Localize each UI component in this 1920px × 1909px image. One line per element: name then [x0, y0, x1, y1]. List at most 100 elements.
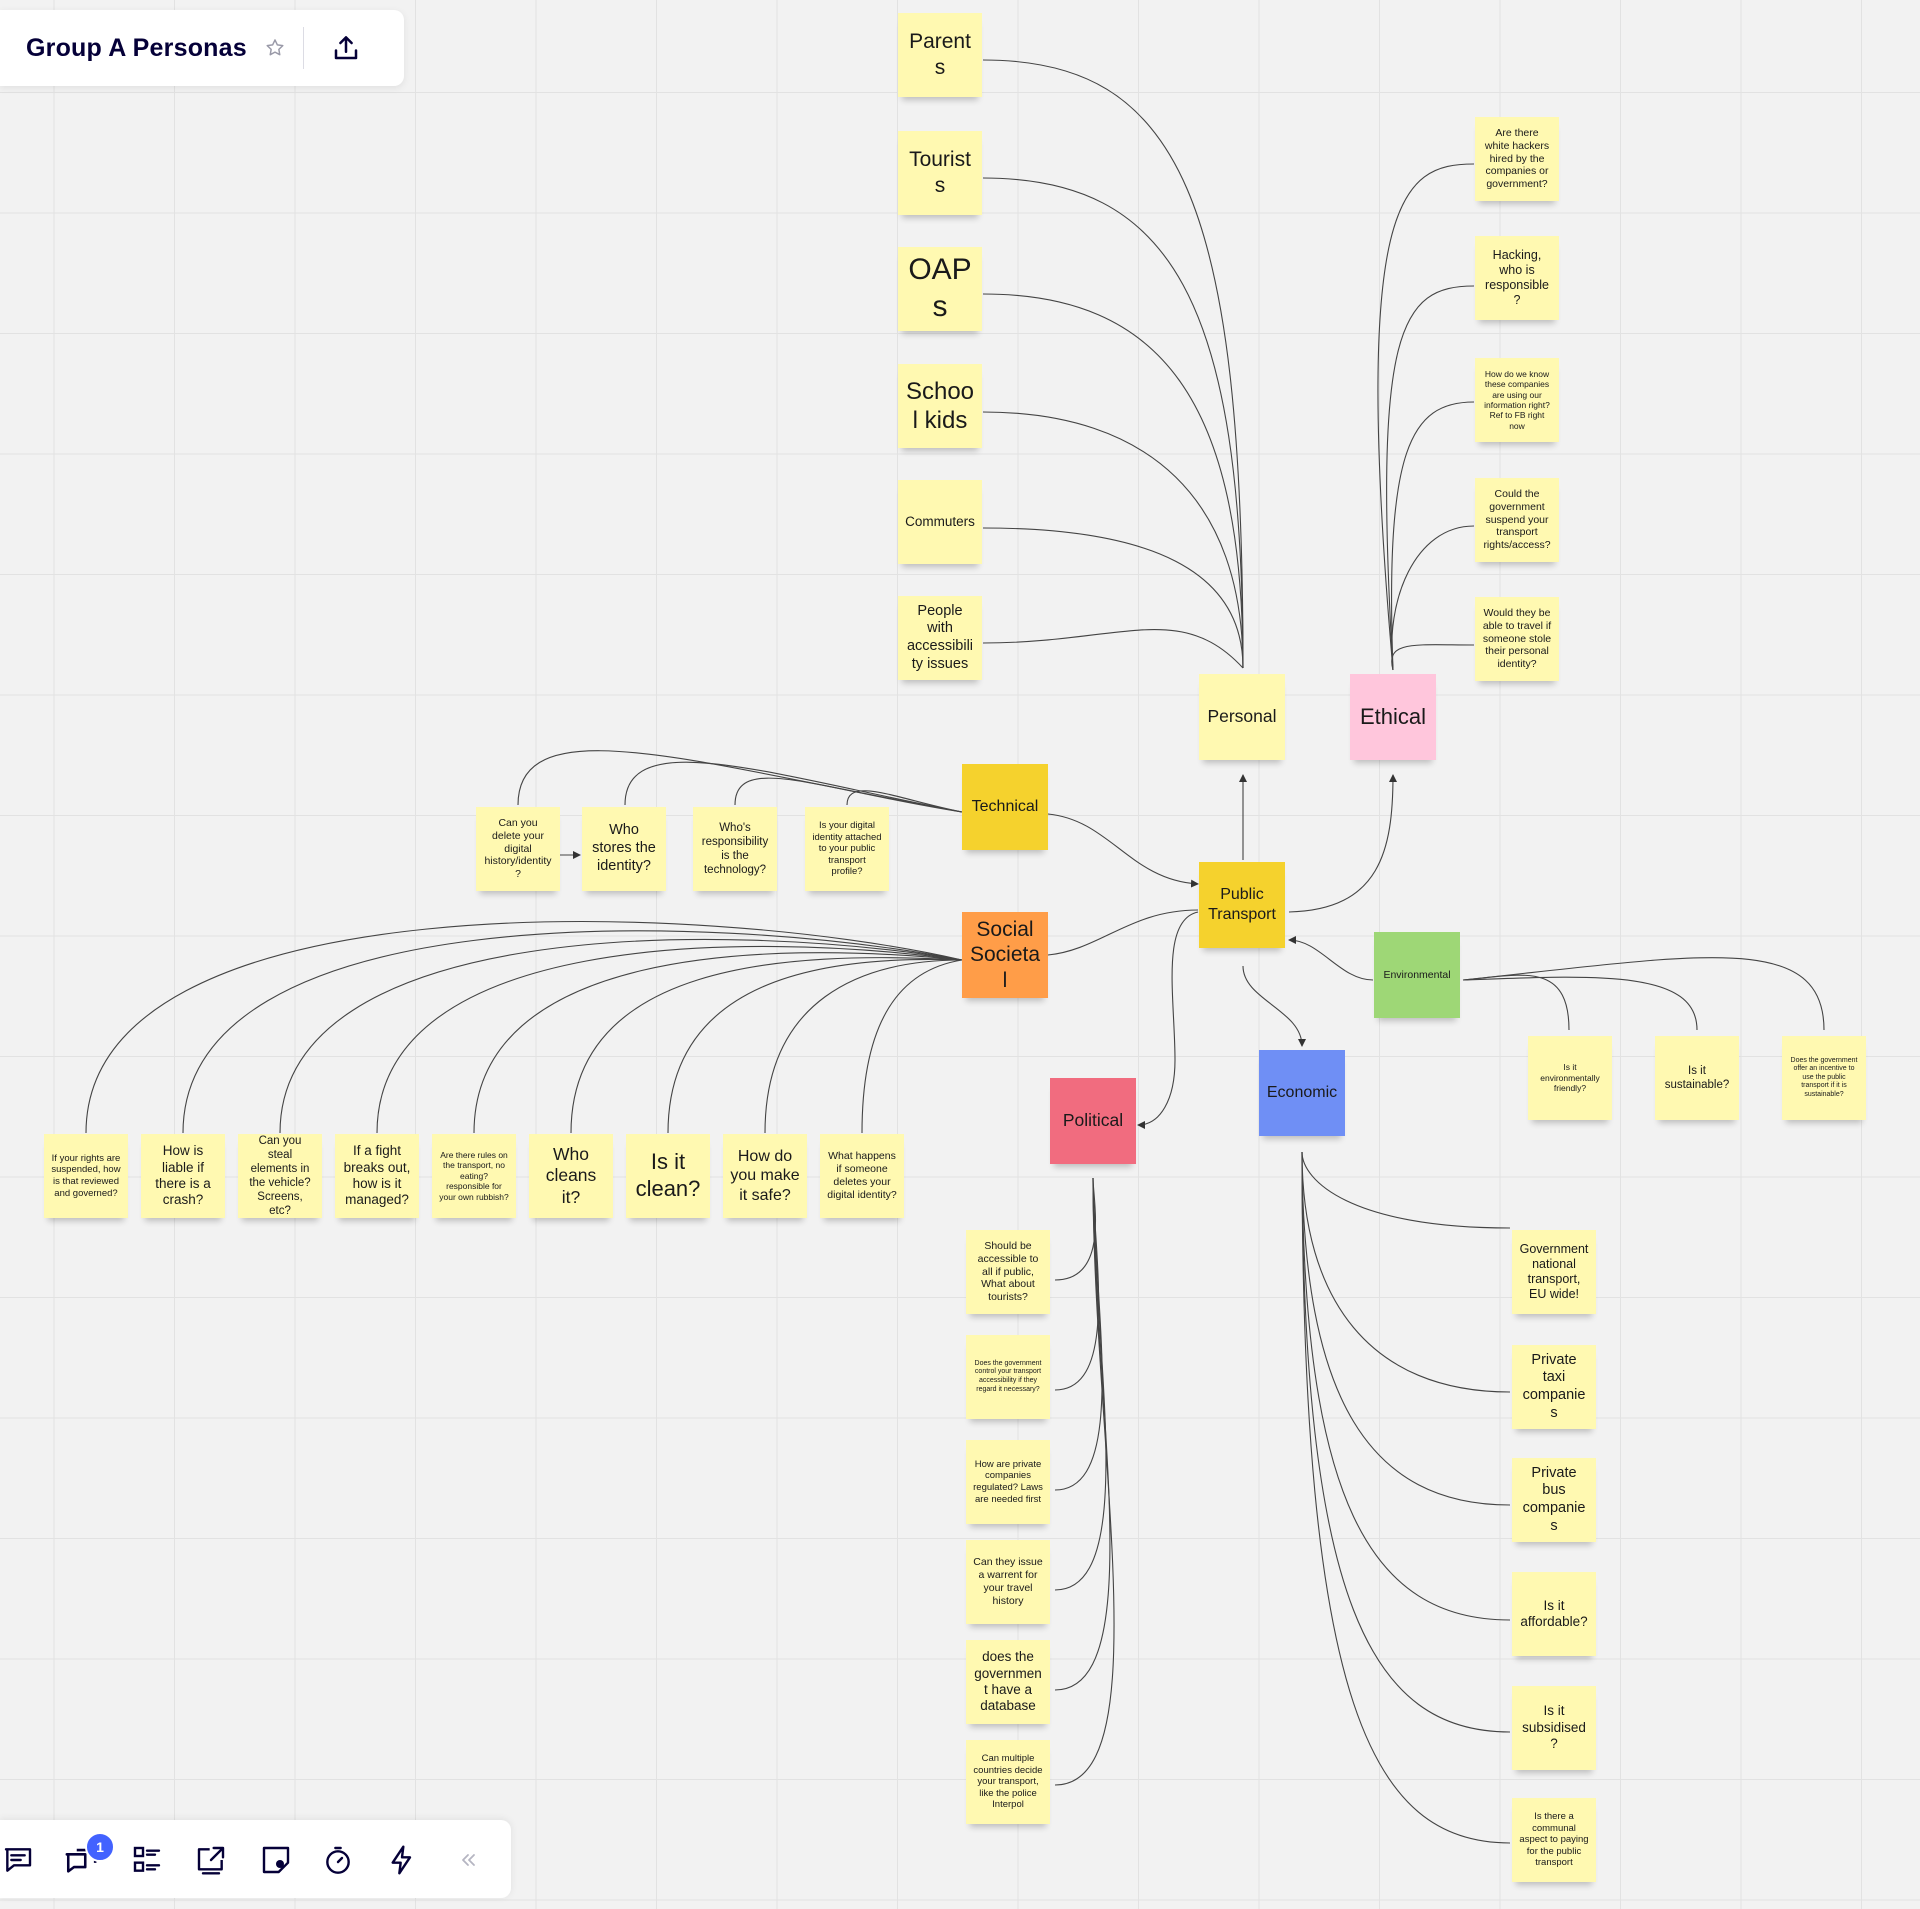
bottom-toolbar: 1 [0, 1820, 511, 1898]
sticky-note-environmental-question[interactable]: Is it sustainable? [1655, 1036, 1739, 1120]
note-text: Ethical [1359, 703, 1427, 729]
sticky-note-political-question[interactable]: How are private companies regulated? Law… [966, 1440, 1050, 1524]
note-text: Political [1062, 1110, 1124, 1131]
sticky-note-environmental-question[interactable]: Is it environmentally friendly? [1528, 1036, 1612, 1120]
note-text: Is it environmentally friendly? [1540, 1062, 1600, 1094]
note-text: Does the government offer an incentive t… [1790, 1056, 1858, 1098]
note-text: Who stores the identity? [592, 822, 656, 874]
note-text: Is there a communal aspect to paying for… [1519, 1811, 1589, 1869]
sticky-note-technical-question[interactable]: Can you delete your digital history/iden… [476, 807, 560, 891]
sticky-note-social-question[interactable]: If your rights are suspended, how is tha… [44, 1134, 128, 1218]
sticky-note-category-social[interactable]: Social Societal [962, 912, 1048, 998]
sticky-note-persona[interactable]: Tourists [898, 131, 982, 215]
sticky-note-social-question[interactable]: What happens if someone deletes your dig… [820, 1134, 904, 1218]
sticky-note-environmental-question[interactable]: Does the government offer an incentive t… [1782, 1036, 1866, 1120]
sticky-note-category-environmental[interactable]: Environmental [1374, 932, 1460, 1018]
sticky-note-category-personal[interactable]: Personal [1199, 674, 1285, 760]
note-text: Does the government control your transpo… [974, 1359, 1042, 1393]
sticky-note-ethical-question[interactable]: Are there white hackers hired by the com… [1475, 117, 1559, 201]
sticky-note-political-question[interactable]: Can they issue a warrent for your travel… [966, 1540, 1050, 1624]
note-text: Can multiple countries decide your trans… [973, 1753, 1043, 1811]
lightning-icon[interactable] [382, 1840, 422, 1880]
sticky-note-economic-question[interactable]: Private taxi companies [1512, 1345, 1596, 1429]
note-text: What happens if someone deletes your dig… [827, 1150, 897, 1201]
comments-icon[interactable] [0, 1840, 38, 1880]
sticky-note-economic-question[interactable]: Government national transport, EU wide! [1512, 1230, 1596, 1314]
sticky-note-social-question[interactable]: How is liable if there is a crash? [141, 1134, 225, 1218]
sticky-note-persona[interactable]: People with accessibility issues [898, 596, 982, 680]
sticky-note-social-question[interactable]: Is it clean? [626, 1134, 710, 1218]
share-screen-icon[interactable] [191, 1840, 231, 1880]
sticky-note-icon[interactable] [256, 1840, 296, 1880]
note-text: Is it affordable? [1520, 1597, 1588, 1629]
card-list-icon[interactable] [127, 1840, 167, 1880]
sticky-note-social-question[interactable]: Are there rules on the transport, no eat… [432, 1134, 516, 1218]
note-text: Environmental [1383, 968, 1451, 981]
note-text: Personal [1207, 706, 1277, 727]
sticky-note-social-question[interactable]: Can you steal elements in the vehicle? S… [238, 1134, 322, 1218]
sticky-note-persona[interactable]: Parents [898, 13, 982, 97]
note-text: If a fight breaks out, how is it managed… [343, 1143, 411, 1208]
sticky-note-persona[interactable]: School kids [898, 364, 982, 448]
sticky-note-economic-question[interactable]: Is it subsidised? [1512, 1686, 1596, 1770]
note-text: Public Transport [1208, 886, 1276, 923]
sticky-note-ethical-question[interactable]: How do we know these companies are using… [1475, 358, 1559, 442]
share-upload-icon[interactable] [328, 30, 364, 66]
sticky-note-technical-question[interactable]: Who's responsibility is the technology? [693, 807, 777, 891]
sticky-note-category-political[interactable]: Political [1050, 1078, 1136, 1164]
note-text: Can you steal elements in the vehicle? S… [249, 1134, 311, 1218]
sticky-note-ethical-question[interactable]: Could the government suspend your transp… [1475, 478, 1559, 562]
note-text: Could the government suspend your transp… [1483, 488, 1551, 552]
note-text: Government national transport, EU wide! [1519, 1241, 1589, 1302]
star-icon[interactable] [261, 34, 289, 62]
note-text: Is it sustainable? [1664, 1064, 1730, 1091]
note-text: does the government have a database [974, 1649, 1042, 1714]
whiteboard-canvas[interactable]: Parents Tourists OAPs School kids Commut… [0, 0, 1920, 1909]
note-text: Can you delete your digital history/iden… [484, 817, 552, 881]
note-text: How are private companies regulated? Law… [973, 1458, 1043, 1505]
note-text: Who cleans it? [545, 1143, 597, 1207]
note-text: Would they be able to travel if someone … [1482, 607, 1552, 671]
note-text: How is liable if there is a crash? [155, 1143, 211, 1208]
note-text: Can they issue a warrent for your travel… [973, 1556, 1043, 1607]
divider [302, 27, 304, 69]
note-text: Is your digital identity attached to you… [812, 820, 882, 878]
note-text: Parents [909, 30, 971, 79]
note-text: Private bus companies [1522, 1464, 1586, 1534]
note-text: Are there white hackers hired by the com… [1484, 127, 1550, 191]
sticky-note-political-question[interactable]: Can multiple countries decide your trans… [966, 1740, 1050, 1824]
note-text: Private taxi companies [1522, 1351, 1586, 1421]
note-text: Tourists [909, 148, 971, 197]
note-text: Who's responsibility is the technology? [701, 821, 769, 877]
timer-icon[interactable] [318, 1840, 358, 1880]
sticky-note-political-question[interactable]: does the government have a database [966, 1640, 1050, 1724]
collapse-chevrons-icon[interactable] [448, 1840, 488, 1880]
sticky-note-social-question[interactable]: Who cleans it? [529, 1134, 613, 1218]
sticky-note-economic-question[interactable]: Is it affordable? [1512, 1572, 1596, 1656]
note-text: Hacking, who is responsible? [1485, 247, 1549, 308]
sticky-note-category-public-transport[interactable]: Public Transport [1199, 862, 1285, 948]
note-text: OAPs [908, 253, 972, 323]
sticky-note-persona[interactable]: Commuters [898, 480, 982, 564]
sticky-note-political-question[interactable]: Should be accessible to all if public, W… [966, 1230, 1050, 1314]
sticky-note-persona[interactable]: OAPs [898, 247, 982, 331]
sticky-note-category-technical[interactable]: Technical [962, 764, 1048, 850]
note-text: How do you make it safe? [730, 1147, 800, 1204]
note-text: Should be accessible to all if public, W… [977, 1240, 1039, 1304]
sticky-note-technical-question[interactable]: Who stores the identity? [582, 807, 666, 891]
note-text: School kids [905, 377, 975, 434]
board-title[interactable]: Group A Personas [26, 34, 247, 63]
sticky-note-political-question[interactable]: Does the government control your transpo… [966, 1335, 1050, 1419]
sticky-note-technical-question[interactable]: Is your digital identity attached to you… [805, 807, 889, 891]
sticky-note-ethical-question[interactable]: Hacking, who is responsible? [1475, 236, 1559, 320]
note-text: Is it subsidised? [1522, 1703, 1586, 1752]
sticky-note-ethical-question[interactable]: Would they be able to travel if someone … [1475, 597, 1559, 681]
sticky-note-economic-question[interactable]: Private bus companies [1512, 1458, 1596, 1542]
sticky-note-category-ethical[interactable]: Ethical [1350, 674, 1436, 760]
note-text: How do we know these companies are using… [1484, 368, 1550, 431]
sticky-note-economic-question[interactable]: Is there a communal aspect to paying for… [1512, 1798, 1596, 1882]
sticky-note-social-question[interactable]: How do you make it safe? [723, 1134, 807, 1218]
sticky-note-category-economic[interactable]: Economic [1259, 1050, 1345, 1136]
sticky-note-social-question[interactable]: If a fight breaks out, how is it managed… [335, 1134, 419, 1218]
note-text: Economic [1266, 1084, 1338, 1102]
